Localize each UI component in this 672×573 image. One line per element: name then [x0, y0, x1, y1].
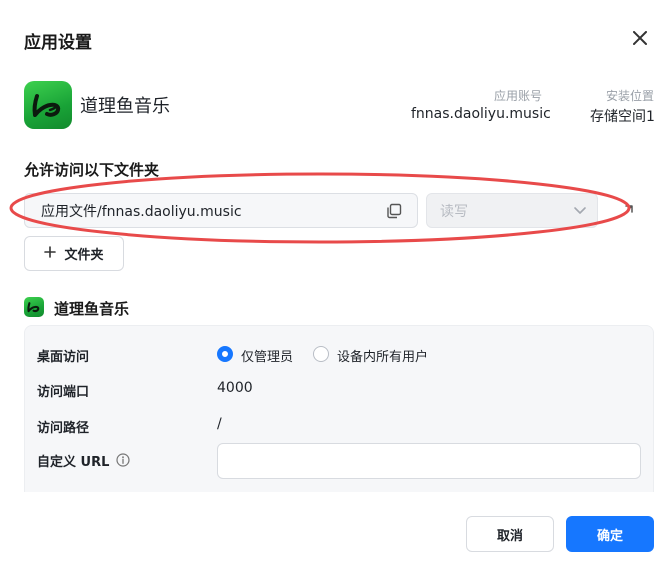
install-location-label: 安装位置 [606, 89, 655, 103]
app-name: 道理鱼音乐 [80, 96, 170, 117]
desktop-access-label: 桌面访问 [37, 350, 90, 365]
radio-all-users-label[interactable]: 设备内所有用户 [337, 346, 428, 365]
external-link-icon[interactable] [620, 202, 636, 218]
permission-placeholder: 读写 [440, 203, 468, 220]
radio-admin-only[interactable] [217, 346, 233, 362]
confirm-button[interactable]: 确定 [566, 516, 654, 552]
custom-url-input[interactable] [217, 443, 641, 479]
app-settings-dialog: 应用设置 道理鱼音乐 应用账号 fnnas.daoliyu.music 安装位置… [0, 0, 672, 573]
dialog-title: 应用设置 [24, 33, 92, 53]
cancel-button[interactable]: 取消 [466, 516, 554, 552]
custom-url-label: 自定义 URL [37, 455, 110, 470]
close-icon[interactable] [628, 26, 652, 50]
chevron-down-icon [573, 203, 587, 221]
install-location-value: 存储空间1 [590, 109, 655, 125]
path-value: / [217, 416, 222, 432]
folder-section-title: 允许访问以下文件夹 [24, 161, 160, 179]
plus-icon [44, 245, 57, 262]
add-folder-button[interactable]: 文件夹 [24, 236, 124, 271]
folder-path-field: 应用文件/fnnas.daoliyu.music [24, 193, 418, 228]
add-folder-label: 文件夹 [64, 248, 104, 263]
app-small-logo-icon [24, 297, 44, 317]
radio-all-users[interactable] [313, 346, 329, 362]
service-title: 道理鱼音乐 [54, 300, 130, 318]
port-label: 访问端口 [37, 385, 90, 400]
port-value: 4000 [217, 380, 253, 396]
app-account-label: 应用账号 [494, 89, 543, 103]
folder-path-text: 应用文件/fnnas.daoliyu.music [41, 203, 242, 220]
app-logo-icon [24, 81, 72, 129]
copy-icon[interactable] [385, 202, 403, 220]
app-account-value: fnnas.daoliyu.music [411, 106, 551, 122]
permission-select[interactable]: 读写 [426, 193, 598, 228]
radio-admin-only-label[interactable]: 仅管理员 [241, 346, 293, 365]
info-icon[interactable] [116, 452, 130, 467]
path-label: 访问路径 [37, 421, 90, 436]
